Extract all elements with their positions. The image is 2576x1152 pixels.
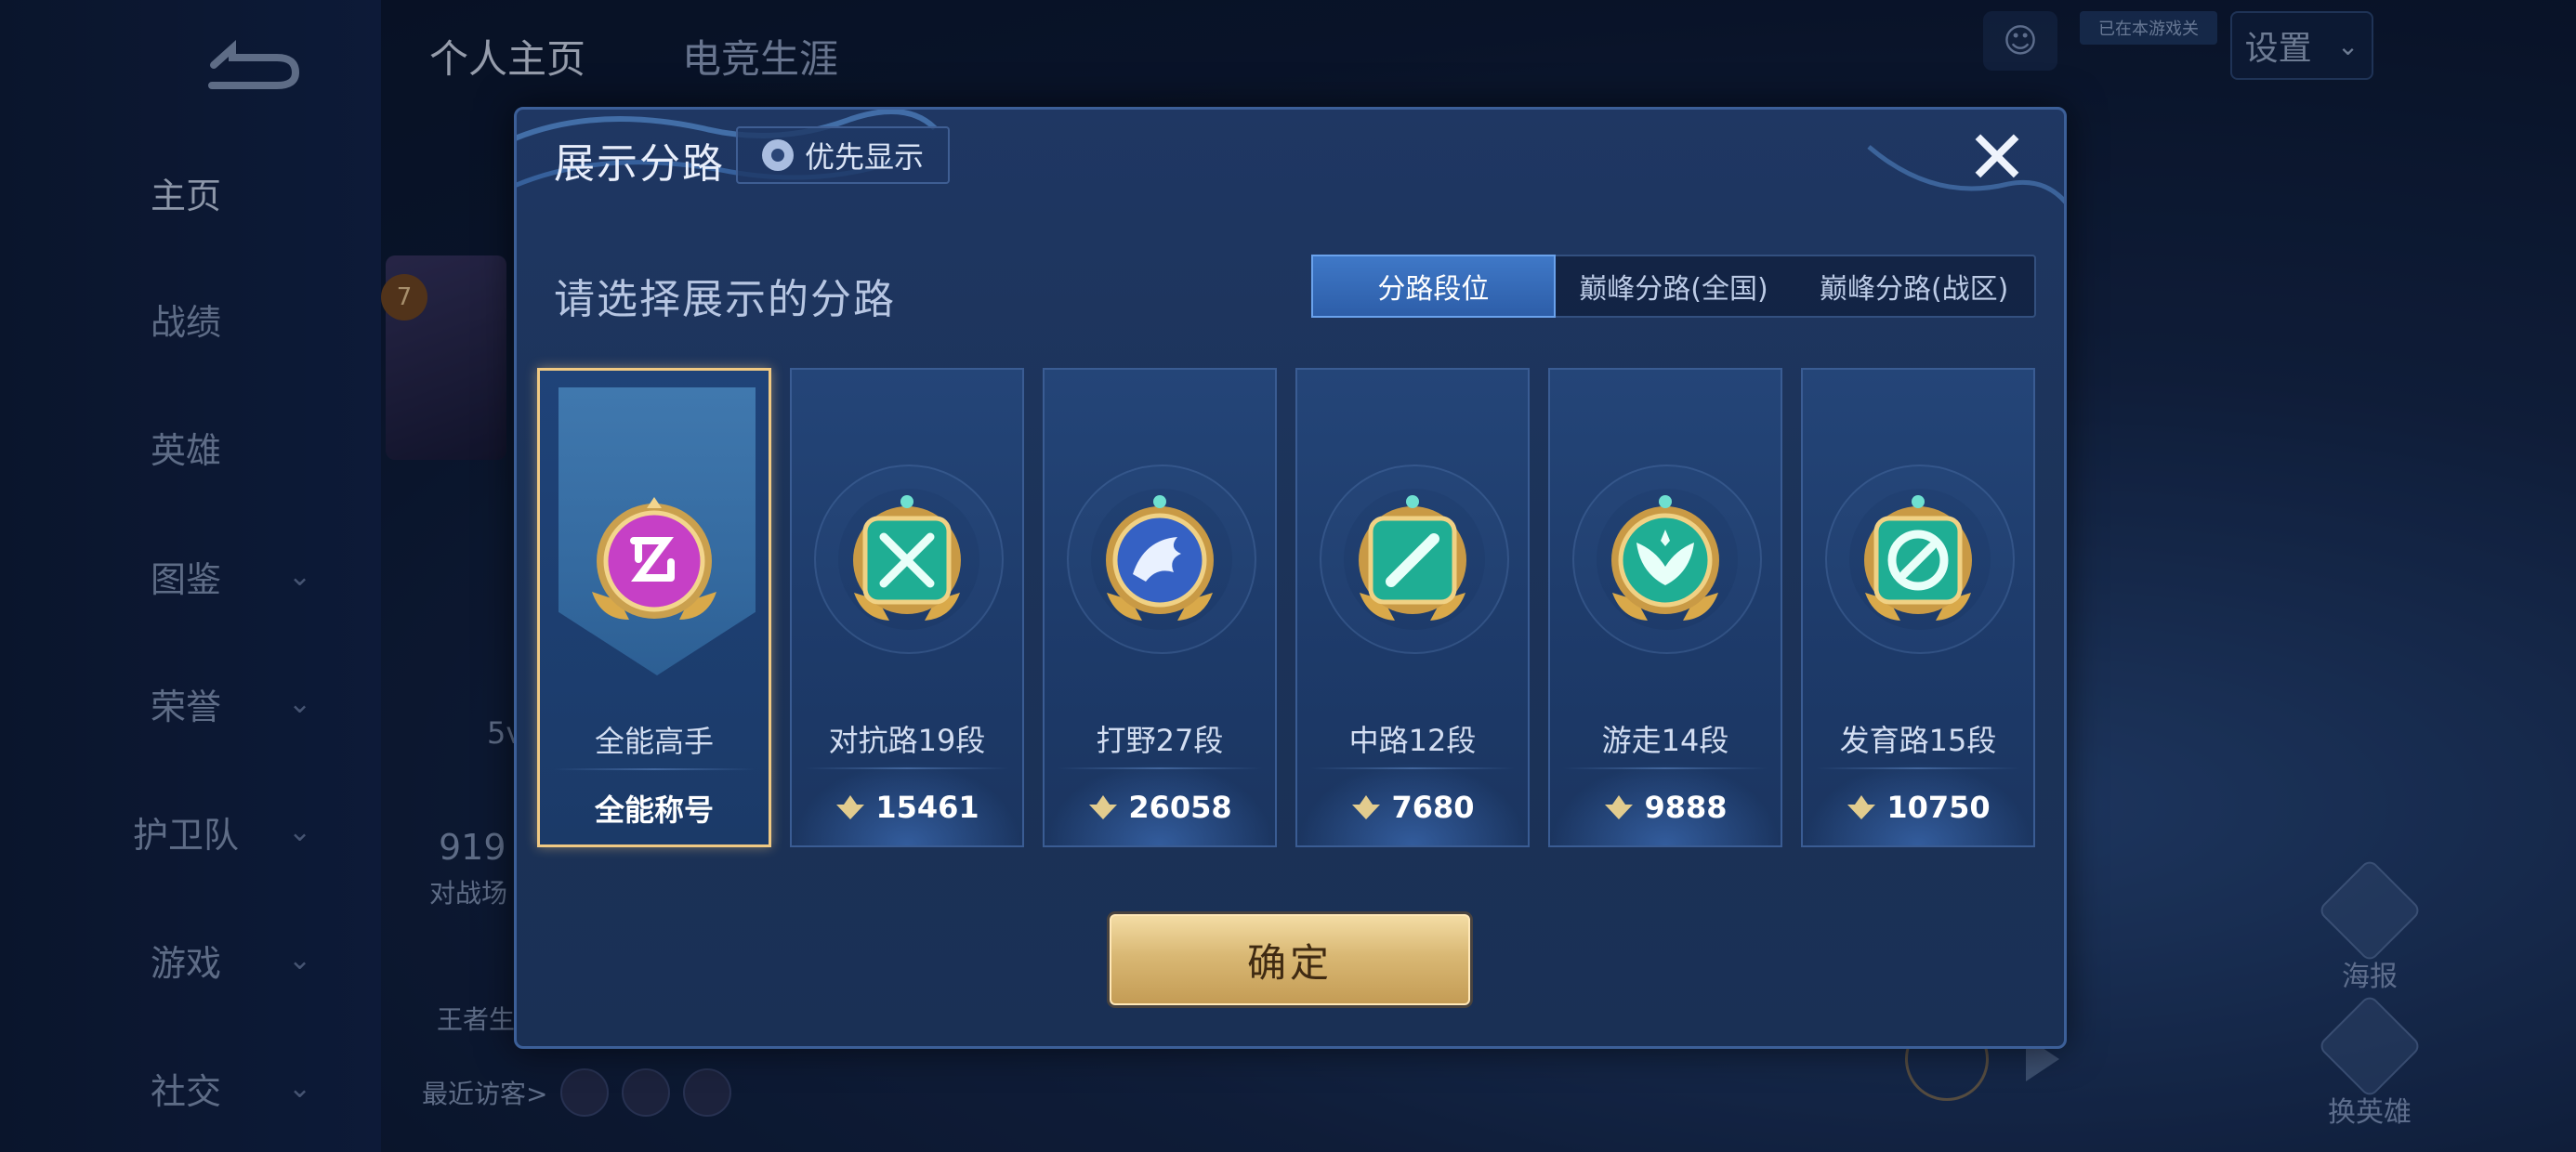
priority-display-label: 优先显示 <box>804 139 924 175</box>
lane-card-all-round[interactable]: 全能高手 全能称号 <box>537 368 771 847</box>
mid-lane-medal-icon <box>1359 495 1466 621</box>
peak-score-icon <box>1847 795 1876 819</box>
lane-rank-label: 打野27段 <box>1096 723 1224 758</box>
lane-value: 全能称号 <box>594 792 714 828</box>
farm-lane-medal-icon <box>1864 495 1972 621</box>
dialog-subtitle: 请选择展示的分路 <box>554 276 896 323</box>
lane-card-list: 全能高手 全能称号 对抗路19段 15461 打野27段 26058 中路12段… <box>537 368 2043 851</box>
lane-card-clash[interactable]: 对抗路19段 15461 <box>790 368 1024 847</box>
lane-rank-label: 游走14段 <box>1601 723 1729 758</box>
roam-medal-icon <box>1611 495 1719 621</box>
divider <box>1816 767 2020 769</box>
lane-value: 10750 <box>1886 790 1991 825</box>
lane-score: 9888 <box>1550 784 1781 831</box>
divider <box>1310 767 1515 769</box>
tab-lane-rank[interactable]: 分路段位 <box>1311 255 1556 318</box>
lane-filter-tabs: 分路段位 巅峰分路(全国) 巅峰分路(战区) <box>1311 255 2036 318</box>
display-lane-dialog: 展示分路 优先显示 ✕ 请选择展示的分路 分路段位 巅峰分路(全国) 巅峰分路(… <box>514 107 2067 1049</box>
dialog-title: 展示分路 <box>554 140 725 188</box>
lane-rank-label: 发育路15段 <box>1839 723 1997 758</box>
lane-rank-label: 中路12段 <box>1348 723 1477 758</box>
lane-value: 9888 <box>1644 790 1728 825</box>
lane-card-mid[interactable]: 中路12段 7680 <box>1295 368 1530 847</box>
lane-score: 全能称号 <box>540 785 769 831</box>
peak-score-icon <box>1352 795 1381 819</box>
divider <box>805 767 1009 769</box>
lane-card-farm[interactable]: 发育路15段 10750 <box>1801 368 2035 847</box>
confirm-button[interactable]: 确定 <box>1110 914 1470 1005</box>
peak-score-icon <box>1089 795 1118 819</box>
jungle-dragon-medal-icon <box>1106 495 1214 621</box>
all-round-medal-icon <box>592 497 716 620</box>
tab-peak-lane-region[interactable]: 巅峰分路(战区) <box>1794 256 2034 316</box>
lane-score: 15461 <box>792 784 1022 831</box>
priority-display-button[interactable]: 优先显示 <box>736 126 950 184</box>
lane-card-roam[interactable]: 游走14段 9888 <box>1548 368 1782 847</box>
clash-lane-medal-icon <box>853 495 961 621</box>
close-icon[interactable]: ✕ <box>1962 121 2032 195</box>
lane-card-jungle[interactable]: 打野27段 26058 <box>1043 368 1277 847</box>
lane-rank-label: 对抗路19段 <box>828 723 986 758</box>
lane-value: 26058 <box>1128 790 1232 825</box>
lane-score: 26058 <box>1045 784 1275 831</box>
lane-rank-label: 全能高手 <box>594 724 714 759</box>
peak-score-icon <box>1605 795 1634 819</box>
lane-score: 7680 <box>1297 784 1528 831</box>
lane-value: 15461 <box>875 790 979 825</box>
divider <box>1563 767 1768 769</box>
gear-icon <box>761 139 794 171</box>
divider <box>1058 767 1262 769</box>
peak-score-icon <box>836 795 865 819</box>
tab-peak-lane-national[interactable]: 巅峰分路(全国) <box>1554 256 1794 316</box>
divider <box>553 768 756 770</box>
lane-score: 10750 <box>1803 784 2033 831</box>
lane-value: 7680 <box>1391 790 1475 825</box>
